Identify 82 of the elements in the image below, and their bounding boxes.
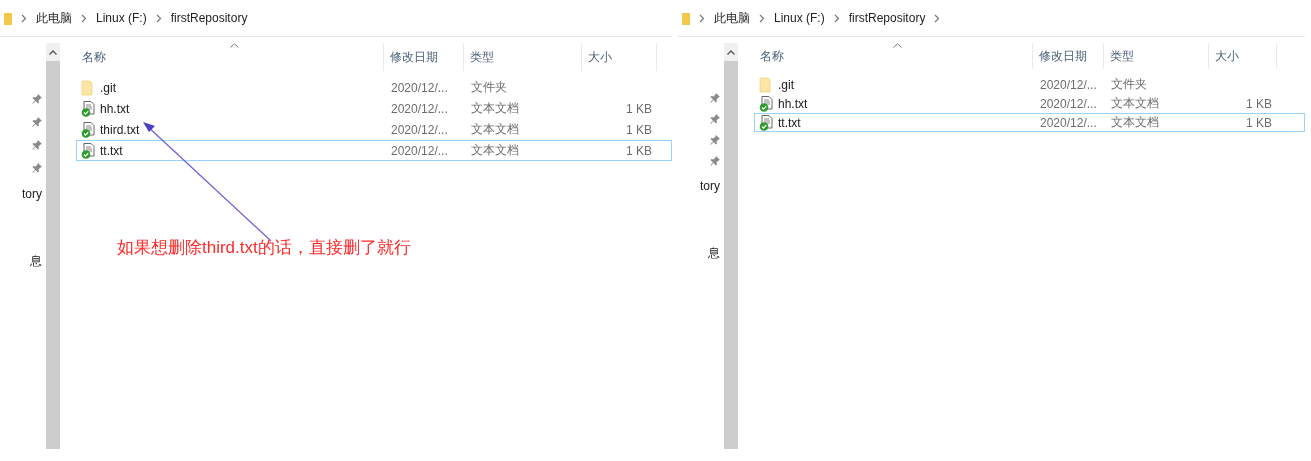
chevron-icon [759,13,765,23]
breadcrumb-item[interactable]: firstRepository [848,11,926,25]
file-row[interactable]: hh.txt 2020/12/... 文本文档 1 KB [754,94,1305,113]
breadcrumb-item[interactable]: 此电脑 [36,9,72,27]
date-cell-text: 2020/12/... [390,143,449,158]
file-row[interactable]: .git 2020/12/... 文件夹 [76,77,672,98]
scrollbar[interactable] [46,43,60,449]
chevron-icon [934,13,941,23]
folder-icon [81,79,95,96]
document-check-icon [759,114,773,131]
date-cell-text: 2020/12/... [390,122,449,137]
size-cell-text: 1 KB [625,101,653,116]
document-check-icon [81,121,95,138]
type-cell-text: 文件夹 [1110,76,1148,93]
size-cell-text: 1 KB [1245,96,1273,111]
chevron-icon [21,13,27,23]
column-header[interactable]: 大小 [1209,43,1277,69]
type-cell-text: 文件夹 [470,79,508,96]
column-header[interactable]: 修改日期 [384,43,464,71]
pin-icon[interactable] [710,134,720,145]
column-header[interactable]: 类型 [464,43,582,71]
caret-up-icon[interactable] [727,49,735,55]
file-name: .git [100,80,116,95]
size-cell-text: 1 KB [1245,115,1273,130]
file-row[interactable]: .git 2020/12/... 文件夹 [754,75,1305,94]
file-name: tt.txt [778,115,801,130]
breadcrumb-item[interactable]: Linux (F:) [774,11,825,25]
chevron-icon [833,13,840,23]
sort-caret-icon [893,43,902,48]
date-cell-text: 2020/12/... [1039,77,1098,92]
column-header[interactable]: 类型 [1104,43,1209,69]
size-cell-text: 1 KB [625,143,653,158]
scrollbar[interactable] [724,43,738,449]
type-cell-text: 文本文档 [470,142,520,159]
chevron-icon [699,13,705,23]
column-header[interactable]: 名称 [76,43,384,71]
pin-icon[interactable] [710,92,720,103]
document-check-icon [81,100,95,117]
breadcrumb-item[interactable]: Linux (F:) [96,11,147,25]
type-cell-text: 文本文档 [1110,114,1160,131]
pin-icon[interactable] [710,113,720,124]
date-cell-text: 2020/12/... [1039,96,1098,111]
annotation-text: 如果想删除third.txt的话，直接删了就行 [117,237,411,259]
file-name: third.txt [100,122,140,137]
column-header[interactable]: 名称 [754,43,1033,69]
folder-icon [4,11,12,25]
date-cell-text: 2020/12/... [1039,115,1098,130]
date-cell-text: 2020/12/... [390,80,449,95]
type-cell-text: 文本文档 [1110,95,1160,112]
size-cell-text: 1 KB [625,122,653,137]
nav-item[interactable]: 息 [30,253,42,270]
file-name: tt.txt [100,143,123,158]
folder-icon [759,76,773,93]
pin-icon[interactable] [32,93,42,104]
document-check-icon [81,142,95,159]
file-name: hh.txt [100,101,130,116]
sort-caret-icon [229,43,239,48]
chevron-icon [155,13,162,23]
date-cell-text: 2020/12/... [390,101,449,116]
pin-icon[interactable] [32,139,42,150]
file-row[interactable]: tt.txt 2020/12/... 文本文档 1 KB [754,113,1305,132]
type-cell-text: 文本文档 [470,121,520,138]
breadcrumb-item[interactable]: 此电脑 [714,9,750,27]
document-check-icon [759,95,773,112]
file-name: .git [778,77,794,92]
breadcrumb-item[interactable]: firstRepository [170,11,248,25]
file-row[interactable]: tt.txt 2020/12/... 文本文档 1 KB [76,140,672,161]
type-cell-text: 文本文档 [470,100,520,117]
pin-icon[interactable] [710,155,720,166]
column-header[interactable]: 大小 [582,43,657,71]
nav-item[interactable]: tory [700,179,720,193]
file-name: hh.txt [778,96,808,111]
nav-item[interactable]: 息 [708,245,720,262]
file-row[interactable]: third.txt 2020/12/... 文本文档 1 KB [76,119,672,140]
chevron-icon [81,13,87,23]
nav-item[interactable]: tory [22,187,42,201]
pin-icon[interactable] [32,116,42,127]
file-row[interactable]: hh.txt 2020/12/... 文本文档 1 KB [76,98,672,119]
column-header[interactable]: 修改日期 [1033,43,1104,69]
pin-icon[interactable] [32,162,42,173]
caret-up-icon[interactable] [49,49,57,55]
folder-icon [682,11,690,25]
